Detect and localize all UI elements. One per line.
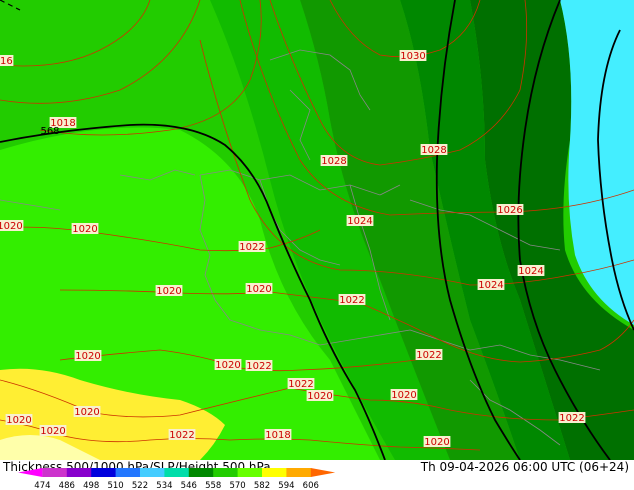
pressure-label-text: 1022: [339, 295, 364, 306]
legend-swatch: [262, 468, 287, 477]
pressure-label-text: 1030: [400, 51, 425, 62]
pressure-label: 1020: [39, 425, 67, 437]
legend-tick-label: 558: [205, 481, 221, 490]
legend-tick-label: 570: [229, 481, 245, 490]
pressure-label: 1022: [168, 429, 196, 441]
pressure-label-text: 1022: [288, 379, 313, 390]
legend-swatch: [140, 468, 165, 477]
pressure-label-text: 1020: [424, 437, 449, 448]
pressure-label: 1022: [287, 378, 315, 390]
pressure-label: 1020: [0, 220, 24, 232]
pressure-label: 1022: [415, 349, 443, 361]
pressure-label-text: 1020: [40, 426, 65, 437]
pressure-label-text: 1020: [156, 286, 181, 297]
height-label-text: 568: [40, 126, 59, 137]
pressure-label-text: 1020: [246, 284, 271, 295]
legend-swatch: [237, 468, 263, 477]
legend-swatch: [188, 468, 214, 477]
pressure-label-text: 1026: [497, 205, 522, 216]
legend-swatch: [66, 468, 92, 477]
legend-swatches: [18, 468, 336, 477]
legend-swatch: [18, 468, 43, 477]
pressure-label: 1020: [306, 390, 334, 402]
weather-map: 1016103010181028102810261024102010201022…: [0, 0, 634, 460]
pressure-label-text: 1028: [421, 145, 446, 156]
legend-swatch: [91, 468, 117, 477]
legend-tick-label: 534: [156, 481, 172, 490]
pressure-label: 1024: [517, 265, 545, 277]
pressure-label-text: 1020: [215, 360, 240, 371]
legend-swatch: [213, 468, 239, 477]
pressure-label-text: 1024: [347, 216, 372, 227]
legend-tick-label: 510: [107, 481, 123, 490]
pressure-label: 1020: [245, 283, 273, 295]
pressure-label-text: 1024: [478, 280, 503, 291]
legend-swatch: [42, 468, 68, 477]
pressure-label-text: 1020: [72, 224, 97, 235]
pressure-label: 1020: [155, 285, 183, 297]
legend-swatch: [115, 468, 141, 477]
legend-swatch: [310, 468, 336, 477]
pressure-label: 1024: [346, 215, 374, 227]
pressure-label-text: 1020: [0, 221, 23, 232]
pressure-label-text: 1022: [169, 430, 194, 441]
pressure-label: 1020: [390, 389, 418, 401]
pressure-label-text: 1020: [6, 415, 31, 426]
pressure-label-text: 1020: [74, 407, 99, 418]
thickness-map-canvas: 1016103010181028102810261024102010201022…: [0, 0, 634, 460]
pressure-label: 1028: [320, 155, 348, 167]
pressure-label-text: 1024: [518, 266, 543, 277]
legend-tick-label: 594: [278, 481, 294, 490]
pressure-label-text: 1028: [321, 156, 346, 167]
pressure-label-text: 1018: [265, 430, 290, 441]
legend-tick-label: 498: [83, 481, 99, 490]
pressure-label: 1020: [71, 223, 99, 235]
height-labels: 568: [40, 126, 59, 137]
legend-tick-labels: 474 486 498 510 522 534 546 558 570 582 594 606: [34, 481, 319, 490]
legend-tick-label: 486: [59, 481, 75, 490]
pressure-label: 1020: [423, 436, 451, 448]
pressure-label-text: 1022: [239, 242, 264, 253]
pressure-label: 1022: [558, 412, 586, 424]
pressure-label: 1020: [74, 350, 102, 362]
legend-swatch: [286, 468, 312, 477]
pressure-label: 1022: [245, 360, 273, 372]
pressure-label-text: 1022: [416, 350, 441, 361]
pressure-label-text: 1020: [307, 391, 332, 402]
pressure-label-text: 1022: [559, 413, 584, 424]
legend-tick-label: 522: [132, 481, 148, 490]
pressure-label: 1018: [264, 429, 292, 441]
pressure-label: 1028: [420, 144, 448, 156]
color-legend: 474 486 498 510 522 534 546 558 570 582 594 606: [18, 468, 336, 490]
pressure-label: 1022: [238, 241, 266, 253]
pressure-label-text: 1016: [0, 56, 13, 67]
legend-tick-label: 606: [303, 481, 319, 490]
pressure-label-text: 1020: [75, 351, 100, 362]
pressure-label: 1026: [496, 204, 524, 216]
pressure-label: 1016: [0, 55, 14, 67]
legend-swatch: [164, 468, 190, 477]
legend-tick-label: 474: [34, 481, 50, 490]
pressure-label-text: 1020: [391, 390, 416, 401]
pressure-label: 1030: [399, 50, 427, 62]
pressure-label: 1020: [5, 414, 33, 426]
legend-tick-label: 582: [254, 481, 270, 490]
pressure-label: 1020: [214, 359, 242, 371]
pressure-label: 1024: [477, 279, 505, 291]
pressure-label: 1022: [338, 294, 366, 306]
pressure-label: 1020: [73, 406, 101, 418]
legend-tick-label: 546: [181, 481, 197, 490]
forecast-datetime: Th 09-04-2026 06:00 UTC (06+24): [420, 460, 629, 474]
pressure-label-text: 1022: [246, 361, 271, 372]
